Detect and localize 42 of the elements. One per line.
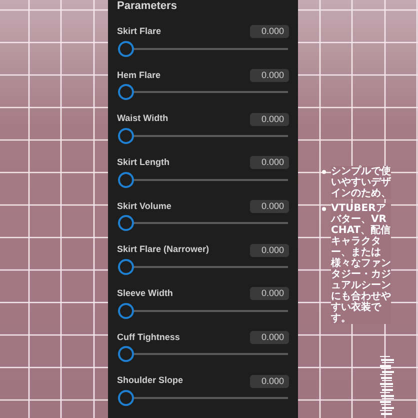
- parameter-label: Hem Flare: [117, 68, 161, 82]
- parameter-label: Cuff Tightness: [117, 330, 180, 344]
- slider-thumb[interactable]: [118, 40, 134, 56]
- value-field[interactable]: 0.000: [250, 287, 289, 300]
- slider[interactable]: [118, 215, 288, 232]
- slider[interactable]: [118, 346, 288, 362]
- value-field[interactable]: 0.000: [250, 330, 289, 344]
- value-field[interactable]: 0.000: [250, 200, 289, 213]
- value-field[interactable]: 0.000: [250, 374, 289, 388]
- slider[interactable]: [118, 390, 288, 406]
- slider-thumb[interactable]: [118, 128, 134, 144]
- value-field[interactable]: 0.000: [250, 244, 289, 257]
- slider[interactable]: [118, 302, 288, 319]
- description-text: シンプルで使いやすいデザインのため、: [331, 166, 391, 199]
- value-field[interactable]: 0.000: [250, 156, 289, 170]
- slider-thumb[interactable]: [118, 346, 134, 362]
- bullet-icon: [322, 170, 326, 174]
- parameter-label: Waist Width: [117, 112, 168, 126]
- barcode-drawing: [380, 356, 394, 418]
- parameter-label: Skirt Flare: [117, 25, 162, 38]
- value-field[interactable]: 0.000: [250, 68, 289, 82]
- bullet-icon: [322, 207, 326, 211]
- slider[interactable]: [118, 128, 288, 144]
- slider[interactable]: [118, 40, 288, 56]
- slider-thumb[interactable]: [118, 215, 134, 232]
- slider[interactable]: [118, 84, 288, 100]
- parameter-label: Shoulder Slope: [117, 374, 184, 388]
- slider-thumb[interactable]: [118, 172, 134, 188]
- value-field[interactable]: 0.000: [250, 25, 289, 38]
- parameter-label: Skirt Volume: [117, 200, 172, 213]
- slider-thumb[interactable]: [118, 390, 134, 406]
- panel-title: Parameters: [117, 0, 178, 12]
- value-field[interactable]: 0.000: [250, 112, 289, 126]
- description-text: VTUBERアバター、VRCHAT、配信キャラクター、または様々なファンタジー・カジュアルシーンにも合わせやすい衣装です。: [331, 203, 391, 324]
- parameter-label: Skirt Flare (Narrower): [117, 243, 210, 256]
- slider[interactable]: [118, 258, 288, 275]
- slider-thumb[interactable]: [118, 258, 134, 275]
- parameter-label: Skirt Length: [117, 156, 170, 170]
- parameter-label: Sleeve Width: [117, 287, 173, 300]
- slider-thumb[interactable]: [118, 302, 134, 319]
- slider[interactable]: [118, 172, 288, 188]
- slider-thumb[interactable]: [118, 84, 134, 100]
